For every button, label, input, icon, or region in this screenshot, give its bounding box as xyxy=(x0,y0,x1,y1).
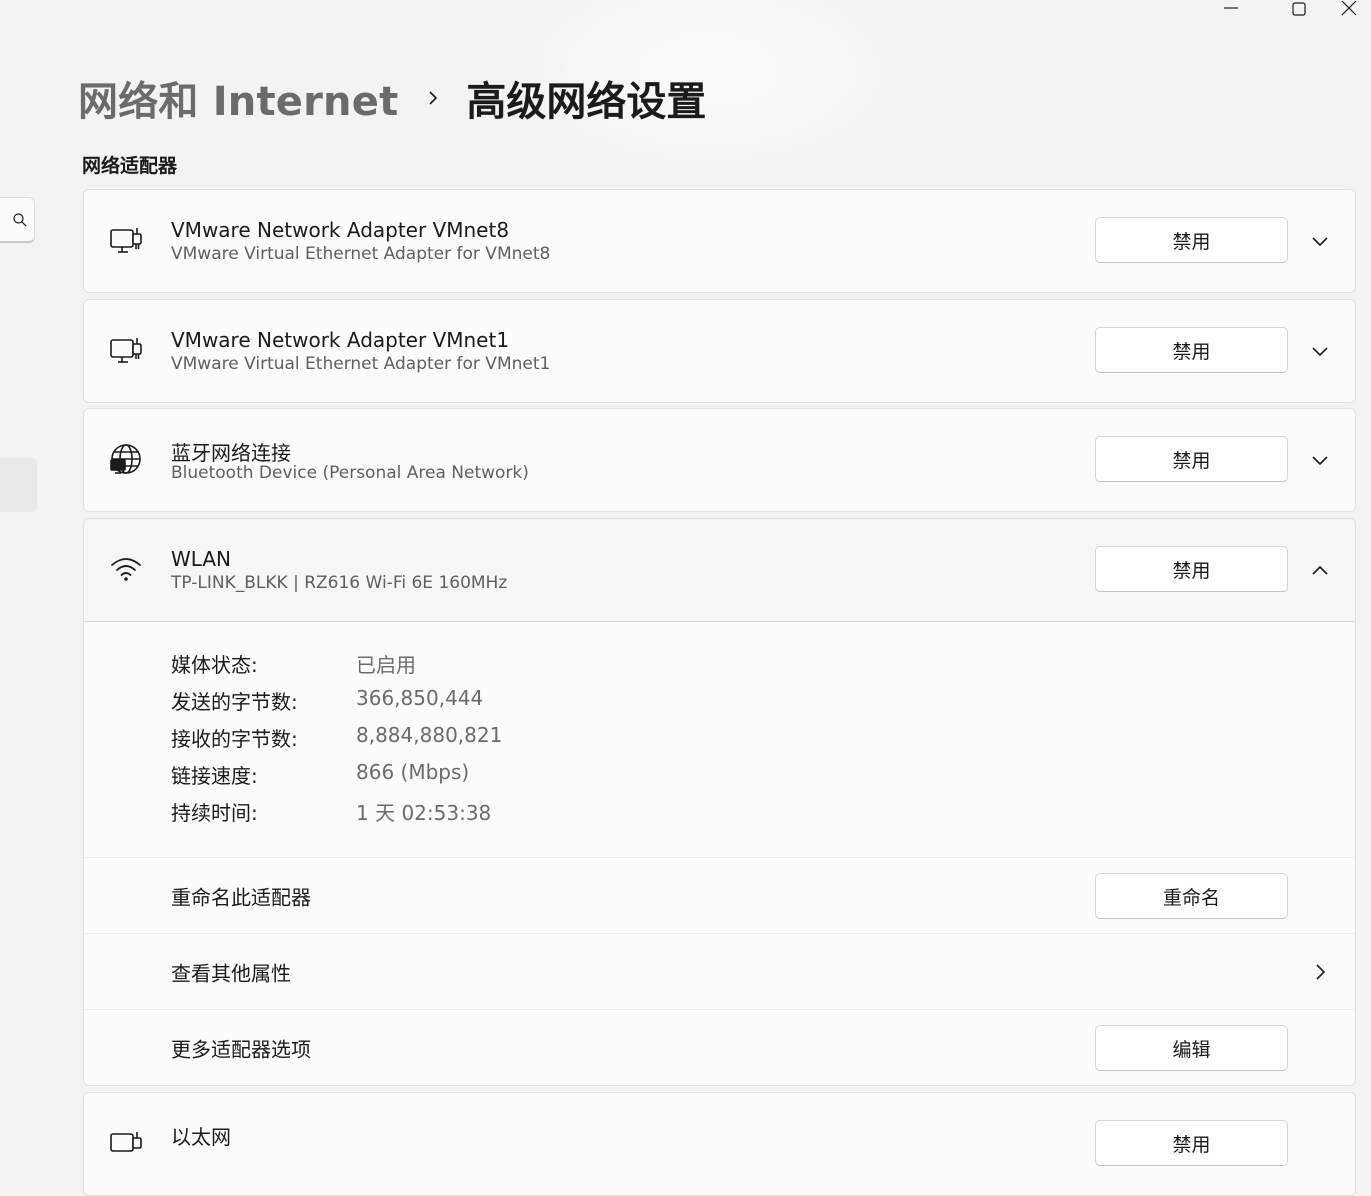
breadcrumb: 网络和 Internet 高级网络设置 xyxy=(78,68,706,128)
close-icon xyxy=(1341,1,1357,16)
more-adapter-options-row: 更多适配器选项 编辑 xyxy=(84,1009,1355,1086)
network-adapter-icon xyxy=(109,1128,143,1162)
chevron-down-icon[interactable] xyxy=(1306,227,1334,255)
detail-value: 已启用 xyxy=(356,653,416,677)
chevron-down-icon[interactable] xyxy=(1306,446,1334,474)
network-adapter-icon xyxy=(109,334,143,368)
disable-button[interactable]: 禁用 xyxy=(1095,217,1288,263)
detail-label: 持续时间: xyxy=(171,801,258,825)
sidebar-selected-item[interactable] xyxy=(0,458,37,512)
adapter-description: Bluetooth Device (Personal Area Network) xyxy=(171,463,529,483)
adapter-header[interactable]: VMware Network Adapter VMnet1 VMware Vir… xyxy=(84,300,1355,402)
adapter-header[interactable]: 蓝牙网络连接 Bluetooth Device (Personal Area N… xyxy=(84,409,1355,511)
minimize-button[interactable] xyxy=(1211,0,1251,20)
adapter-name: 以太网 xyxy=(171,1125,231,1149)
globe-network-icon xyxy=(109,443,143,477)
view-properties-label: 查看其他属性 xyxy=(171,961,291,986)
adapter-card-vmnet8[interactable]: VMware Network Adapter VMnet8 VMware Vir… xyxy=(83,189,1356,293)
chevron-up-icon[interactable] xyxy=(1306,556,1334,584)
disable-button[interactable]: 禁用 xyxy=(1095,1120,1288,1166)
adapter-card-ethernet[interactable]: 以太网 禁用 xyxy=(83,1092,1356,1196)
adapter-name: WLAN xyxy=(171,547,232,571)
adapter-description: VMware Virtual Ethernet Adapter for VMne… xyxy=(171,354,551,374)
page-title: 高级网络设置 xyxy=(466,79,707,125)
detail-label: 发送的字节数: xyxy=(171,690,298,714)
more-adapter-options-label: 更多适配器选项 xyxy=(171,1037,311,1062)
adapter-card-vmnet1[interactable]: VMware Network Adapter VMnet1 VMware Vir… xyxy=(83,299,1356,403)
adapter-name: 蓝牙网络连接 xyxy=(171,441,291,465)
network-adapter-icon xyxy=(109,224,143,258)
rename-adapter-label: 重命名此适配器 xyxy=(171,885,311,910)
disable-button[interactable]: 禁用 xyxy=(1095,546,1288,592)
disable-button[interactable]: 禁用 xyxy=(1095,436,1288,482)
adapter-description: TP-LINK_BLKK | RZ616 Wi-Fi 6E 160MHz xyxy=(171,573,508,593)
search-icon xyxy=(13,212,27,226)
adapter-header[interactable]: VMware Network Adapter VMnet8 VMware Vir… xyxy=(84,190,1355,292)
detail-label: 接收的字节数: xyxy=(171,727,298,751)
detail-value: 366,850,444 xyxy=(356,686,484,710)
adapter-header[interactable]: 以太网 禁用 xyxy=(84,1093,1355,1195)
chevron-right-icon xyxy=(426,87,440,109)
adapter-header[interactable]: WLAN TP-LINK_BLKK | RZ616 Wi-Fi 6E 160MH… xyxy=(84,519,1355,622)
wifi-icon xyxy=(109,553,143,587)
adapter-description: VMware Virtual Ethernet Adapter for VMne… xyxy=(171,244,551,264)
disable-button[interactable]: 禁用 xyxy=(1095,327,1288,373)
chevron-right-icon[interactable] xyxy=(1306,958,1334,986)
close-button[interactable] xyxy=(1329,0,1369,20)
detail-value: 866 (Mbps) xyxy=(356,760,470,784)
rename-adapter-row: 重命名此适配器 重命名 xyxy=(84,857,1355,934)
adapter-name: VMware Network Adapter VMnet1 xyxy=(171,328,510,352)
maximize-icon xyxy=(1292,2,1306,16)
view-properties-row[interactable]: 查看其他属性 xyxy=(84,933,1355,1010)
window-controls xyxy=(1191,0,1371,20)
section-title: 网络适配器 xyxy=(82,155,178,177)
detail-label: 媒体状态: xyxy=(171,653,258,677)
adapter-card-bluetooth[interactable]: 蓝牙网络连接 Bluetooth Device (Personal Area N… xyxy=(83,408,1356,512)
sidebar-search-box[interactable] xyxy=(0,197,35,243)
minimize-icon xyxy=(1224,7,1238,9)
edit-button[interactable]: 编辑 xyxy=(1095,1025,1288,1071)
adapter-card-wlan[interactable]: WLAN TP-LINK_BLKK | RZ616 Wi-Fi 6E 160MH… xyxy=(83,518,1356,1086)
maximize-button[interactable] xyxy=(1279,0,1319,20)
detail-label: 链接速度: xyxy=(171,764,258,788)
breadcrumb-parent[interactable]: 网络和 Internet xyxy=(78,69,398,127)
adapter-name: VMware Network Adapter VMnet8 xyxy=(171,218,510,242)
chevron-down-icon[interactable] xyxy=(1306,337,1334,365)
detail-value: 8,884,880,821 xyxy=(356,723,503,747)
rename-button[interactable]: 重命名 xyxy=(1095,873,1288,919)
detail-value: 1 天 02:53:38 xyxy=(356,801,492,825)
